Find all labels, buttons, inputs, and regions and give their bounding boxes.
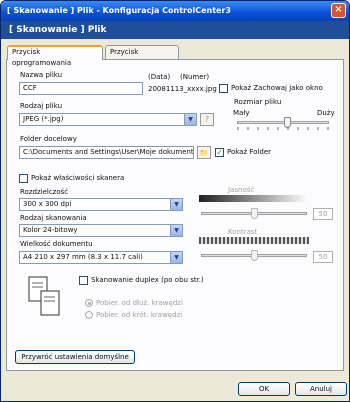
file-type-value: JPEG (*.jpg)	[23, 115, 64, 123]
scan-type-label: Rodzaj skanowania	[20, 214, 87, 222]
cancel-button[interactable]: Anuluj	[295, 382, 347, 396]
duplex-long-edge-radio[interactable]	[85, 299, 93, 307]
browse-folder-button[interactable]: 📁	[197, 146, 211, 159]
file-type-label: Rodzaj pliku	[20, 102, 63, 110]
file-name-label: Nazwa pliku	[20, 71, 63, 79]
duplex-checkbox[interactable]	[79, 276, 88, 285]
number-label: (Numer)	[180, 73, 210, 81]
file-type-select[interactable]: JPEG (*.jpg) ▼	[19, 113, 197, 126]
file-name-input[interactable]: CCF	[19, 82, 143, 95]
scanner-props-checkbox[interactable]	[19, 174, 28, 183]
resolution-label: Rozdzielczość	[20, 188, 69, 196]
tab-software-button[interactable]: Przycisk oprogramowania	[7, 45, 103, 67]
title-bar[interactable]: [ Skanowanie ] Plik - Konfiguracja Contr…	[1, 1, 349, 21]
brightness-gradient	[199, 195, 309, 202]
contrast-value[interactable]: 50	[313, 251, 333, 263]
file-name-example: 20081113_xxxx.jpg	[148, 85, 217, 93]
file-type-options-button[interactable]: ?	[200, 113, 214, 126]
file-size-small-label: Mały	[233, 109, 250, 117]
checkmark-icon: ✓	[216, 148, 223, 157]
file-size-large-label: Duży	[317, 109, 335, 117]
help-icon: ?	[204, 115, 210, 124]
brightness-value[interactable]: 50	[313, 208, 333, 220]
chevron-down-icon: ▼	[170, 225, 182, 236]
file-size-scale	[237, 127, 329, 130]
chevron-down-icon: ▼	[170, 199, 182, 210]
dest-folder-input[interactable]: C:\Documents and Settings\User\Moje doku…	[19, 146, 194, 159]
restore-defaults-button[interactable]: Przywróć ustawienia domyślne	[15, 350, 135, 364]
date-label: (Data)	[148, 73, 171, 81]
duplex-document-icon	[28, 276, 60, 316]
brightness-slider-thumb[interactable]	[251, 208, 258, 219]
dest-folder-label: Folder docelowy	[20, 135, 77, 143]
duplex-short-edge-radio[interactable]	[85, 311, 93, 319]
save-as-window-checkbox[interactable]	[219, 84, 228, 93]
file-size-slider-track[interactable]	[237, 121, 329, 124]
scan-type-select[interactable]: Kolor 24-bitowy ▼	[19, 224, 183, 237]
ok-button[interactable]: OK	[238, 382, 290, 396]
resolution-value: 300 x 300 dpi	[23, 200, 72, 208]
file-size-label: Rozmiar pliku	[234, 98, 282, 106]
window-title: [ Skanowanie ] Plik - Konfiguracja Contr…	[7, 6, 231, 15]
show-folder-label: Pokaż Folder	[227, 148, 272, 156]
contrast-label: Kontrast	[228, 228, 258, 236]
brightness-label: Jasność	[228, 186, 255, 194]
show-folder-checkbox[interactable]: ✓	[215, 148, 224, 157]
contrast-pattern	[199, 237, 309, 244]
chevron-down-icon: ▼	[184, 114, 196, 125]
contrast-slider-thumb[interactable]	[251, 250, 258, 261]
resolution-select[interactable]: 300 x 300 dpi ▼	[19, 198, 183, 211]
doc-size-select[interactable]: A4 210 x 297 mm (8.3 x 11.7 cali) ▼	[19, 251, 183, 264]
duplex-short-edge-label: Pobier. od krót. krawędzi	[96, 311, 183, 319]
divider	[9, 167, 329, 168]
header-banner: [ Skanowanie ] Plik	[1, 21, 349, 39]
config-window: [ Skanowanie ] Plik - Konfiguracja Contr…	[0, 0, 350, 402]
doc-size-label: Wielkość dokumentu	[20, 240, 93, 248]
duplex-label: Skanowanie duplex (po obu str.)	[91, 276, 204, 284]
scanner-props-label: Pokaż właściwości skanera	[31, 174, 125, 182]
folder-icon: 📁	[199, 149, 209, 157]
save-as-window-label: Pokaż Zachowaj jako okno	[231, 84, 323, 92]
chevron-down-icon: ▼	[170, 252, 182, 263]
tab-device-button[interactable]: Przycisk urządzenia	[105, 45, 179, 68]
duplex-long-edge-label: Pobier. od dłuż. krawędzi	[96, 299, 183, 307]
close-button[interactable]: ×	[331, 3, 346, 18]
doc-size-value: A4 210 x 297 mm (8.3 x 11.7 cali)	[23, 253, 143, 261]
scan-type-value: Kolor 24-bitowy	[23, 226, 78, 234]
